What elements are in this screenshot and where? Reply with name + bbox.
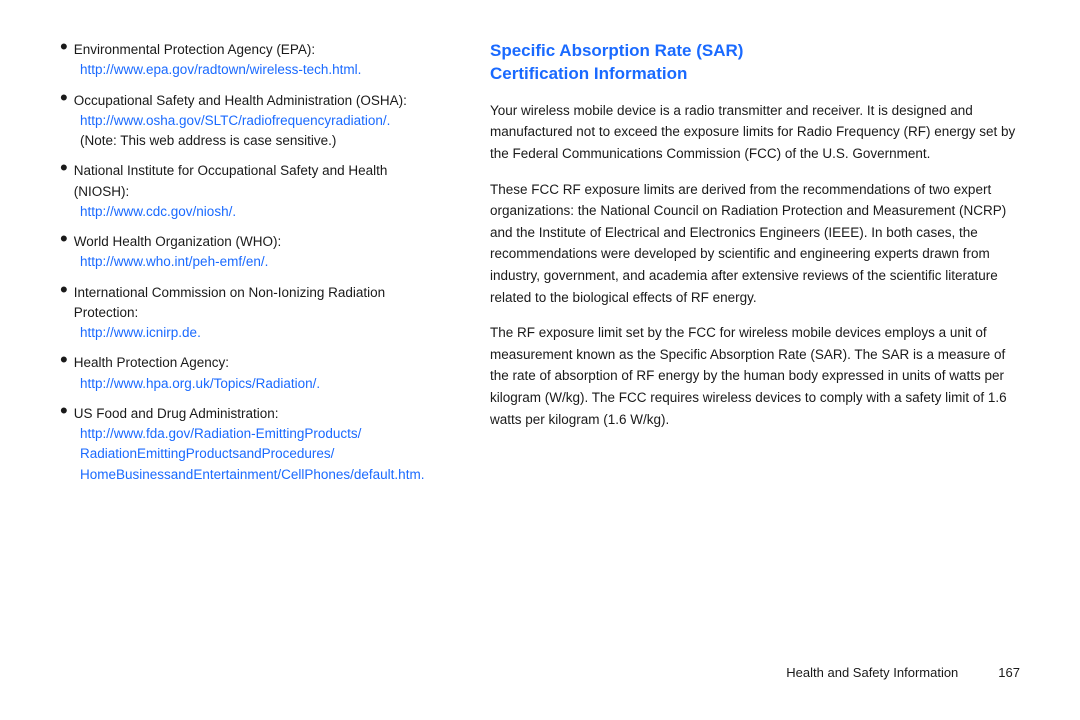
paragraph-1: Your wireless mobile device is a radio t… — [490, 100, 1020, 165]
item-link[interactable]: http://www.osha.gov/SLTC/radiofrequencyr… — [80, 111, 440, 131]
bullet-line: • World Health Organization (WHO): — [60, 232, 440, 252]
item-link[interactable]: http://www.fda.gov/Radiation-EmittingPro… — [80, 424, 440, 485]
bullet-dot: • — [60, 36, 68, 58]
item-link[interactable]: http://www.hpa.org.uk/Topics/Radiation/. — [80, 374, 440, 394]
list-item: • Environmental Protection Agency (EPA):… — [60, 40, 440, 81]
content-columns: • Environmental Protection Agency (EPA):… — [60, 40, 1020, 655]
footer-page-number: 167 — [998, 665, 1020, 680]
bullet-line: • US Food and Drug Administration: — [60, 404, 440, 424]
item-label: International Commission on Non-Ionizing… — [74, 283, 440, 324]
bullet-line: • Occupational Safety and Health Adminis… — [60, 91, 440, 111]
bullet-dot: • — [60, 400, 68, 422]
list-item: • Health Protection Agency: http://www.h… — [60, 353, 440, 394]
bullet-dot: • — [60, 87, 68, 109]
paragraph-2: These FCC RF exposure limits are derived… — [490, 179, 1020, 309]
item-label: Health Protection Agency: — [74, 353, 229, 373]
section-title: Specific Absorption Rate (SAR) Certifica… — [490, 40, 1020, 86]
bullet-line: • National Institute for Occupational Sa… — [60, 161, 440, 202]
list-item: • Occupational Safety and Health Adminis… — [60, 91, 440, 152]
bullet-dot: • — [60, 228, 68, 250]
right-column: Specific Absorption Rate (SAR) Certifica… — [490, 40, 1020, 655]
bullet-line: • Health Protection Agency: — [60, 353, 440, 373]
bullet-line: • Environmental Protection Agency (EPA): — [60, 40, 440, 60]
list-item: • US Food and Drug Administration: http:… — [60, 404, 440, 485]
bullet-dot: • — [60, 279, 68, 301]
footer: Health and Safety Information 167 — [60, 655, 1020, 680]
bullet-dot: • — [60, 157, 68, 179]
item-label: Occupational Safety and Health Administr… — [74, 91, 407, 111]
footer-label: Health and Safety Information — [786, 665, 958, 680]
item-label: World Health Organization (WHO): — [74, 232, 282, 252]
list-item: • International Commission on Non-Ionizi… — [60, 283, 440, 344]
left-column: • Environmental Protection Agency (EPA):… — [60, 40, 440, 655]
item-label: Environmental Protection Agency (EPA): — [74, 40, 315, 60]
item-link[interactable]: http://www.cdc.gov/niosh/. — [80, 202, 440, 222]
bullet-line: • International Commission on Non-Ionizi… — [60, 283, 440, 324]
item-label: National Institute for Occupational Safe… — [74, 161, 440, 202]
item-link[interactable]: http://www.epa.gov/radtown/wireless-tech… — [80, 60, 440, 80]
paragraph-3: The RF exposure limit set by the FCC for… — [490, 322, 1020, 430]
list-item: • World Health Organization (WHO): http:… — [60, 232, 440, 273]
item-note: (Note: This web address is case sensitiv… — [80, 131, 440, 151]
bullet-dot: • — [60, 349, 68, 371]
item-label: US Food and Drug Administration: — [74, 404, 279, 424]
list-item: • National Institute for Occupational Sa… — [60, 161, 440, 222]
item-link[interactable]: http://www.who.int/peh-emf/en/. — [80, 252, 440, 272]
page-container: • Environmental Protection Agency (EPA):… — [0, 0, 1080, 720]
item-link[interactable]: http://www.icnirp.de. — [80, 323, 440, 343]
